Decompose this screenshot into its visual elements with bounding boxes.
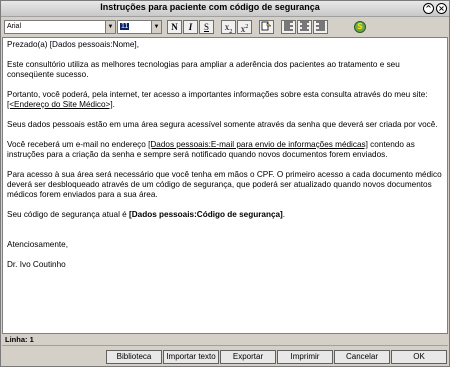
name-field[interactable]: [Dados pessoais:Nome] <box>50 40 137 49</box>
font-select[interactable]: Arial ▼ <box>4 20 116 34</box>
email-field[interactable]: [Dados pessoais:E-mail para envio de inf… <box>148 140 368 149</box>
ok-button[interactable]: OK <box>391 350 447 364</box>
align-left-icon[interactable] <box>281 20 296 34</box>
line-status: Linha: 1 <box>5 335 34 344</box>
greeting-suffix: , <box>136 40 139 49</box>
paragraph-4-text: Você receberá um e-mail no endereço <box>7 140 149 149</box>
bold-button[interactable]: N <box>167 20 182 34</box>
subscript-mark: 2 <box>229 28 233 35</box>
paragraph-icon[interactable] <box>259 20 274 34</box>
export-button[interactable]: Exportar <box>220 350 276 364</box>
align-right-icon[interactable] <box>313 20 328 34</box>
greeting-text: Prezado(a) <box>7 40 50 49</box>
security-code-field[interactable]: [Dados pessoais:Código de segurança] <box>129 210 283 219</box>
cancel-button[interactable]: Cancelar <box>334 350 390 364</box>
dialog-window: Instruções para paciente com código de s… <box>0 0 450 367</box>
underline-button[interactable]: S <box>199 20 214 34</box>
collapse-icon[interactable]: ^ <box>423 3 434 14</box>
font-value: Arial <box>7 23 22 30</box>
subscript-button[interactable]: x2 <box>221 20 236 35</box>
paragraph-2-text: Portanto, você poderá, pela internet, te… <box>7 90 428 99</box>
close-icon[interactable]: × <box>436 3 447 14</box>
size-select[interactable]: 11 ▼ <box>117 20 162 34</box>
superscript-mark: 2 <box>245 24 249 30</box>
paragraph-4: Você receberá um e-mail no endereço [Dad… <box>7 140 443 160</box>
chevron-down-icon[interactable]: ▼ <box>151 21 161 33</box>
superscript-button[interactable]: x2 <box>237 20 252 34</box>
paragraph-2-suffix: . <box>112 100 115 109</box>
site-address-field[interactable]: [<Endereço do Site Médico>] <box>7 100 113 109</box>
import-text-button[interactable]: Importar texto <box>163 350 219 364</box>
paragraph-2: Portanto, você poderá, pela internet, te… <box>7 90 443 110</box>
window-title: Instruções para paciente com código de s… <box>100 2 320 12</box>
size-value: 11 <box>120 23 130 30</box>
paragraph-5: Para acesso à sua área será necessário q… <box>7 170 442 199</box>
divider <box>2 345 448 346</box>
paragraph-3: Seus dados pessoais estão em uma área se… <box>7 120 438 129</box>
closing-text: Atenciosamente, <box>7 240 68 249</box>
paragraph-6-text: Seu código de segurança atual é <box>7 210 129 219</box>
greeting-line: Prezado(a) [Dados pessoais:Nome], <box>7 40 443 50</box>
signature-text: Dr. Ivo Coutinho <box>7 260 66 269</box>
library-button[interactable]: Biblioteca <box>106 350 162 364</box>
align-center-icon[interactable] <box>297 20 312 34</box>
paragraph-1: Este consultório utiliza as melhores tec… <box>7 60 400 79</box>
spellcheck-icon[interactable]: S <box>354 21 366 33</box>
chevron-down-icon[interactable]: ▼ <box>105 21 115 33</box>
paragraph-6-suffix: . <box>282 210 286 219</box>
paragraph-6: Seu código de segurança atual é [Dados p… <box>7 210 443 220</box>
print-button[interactable]: Imprimir <box>277 350 333 364</box>
title-bar: Instruções para paciente com código de s… <box>1 1 449 17</box>
italic-button[interactable]: I <box>183 20 198 34</box>
format-toolbar: Arial ▼ 11 ▼ N I S x2 x2 S <box>1 17 449 37</box>
text-editor[interactable]: Prezado(a) [Dados pessoais:Nome], Este c… <box>2 37 448 334</box>
